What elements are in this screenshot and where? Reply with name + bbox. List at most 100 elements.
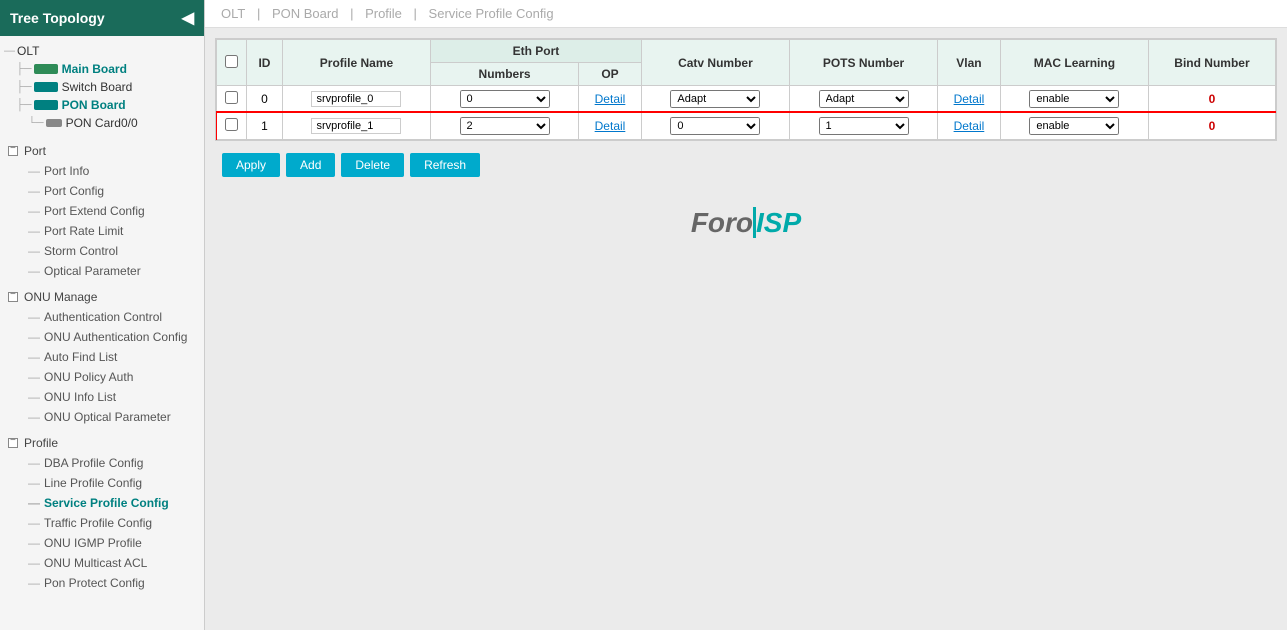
row1-checkbox-cell — [217, 113, 247, 140]
delete-button[interactable]: Delete — [341, 153, 404, 177]
tree-label-switch-board: Switch Board — [62, 80, 133, 94]
breadcrumb-profile[interactable]: Profile — [365, 6, 402, 21]
row0-checkbox[interactable] — [225, 91, 238, 104]
nav-section-profile: Profile —DBA Profile Config —Line Profil… — [0, 430, 204, 596]
sidebar-title: Tree Topology — [10, 10, 105, 26]
breadcrumb-sep1: | — [257, 6, 264, 21]
expand-icon-profile — [8, 438, 18, 448]
tree-connector: └─ — [28, 117, 44, 129]
row1-pots-select[interactable]: Adapt 0 1 — [819, 117, 909, 135]
nav-item-port-info[interactable]: —Port Info — [0, 161, 204, 181]
expand-icon-port — [8, 146, 18, 156]
board-icon-main — [34, 64, 58, 74]
row0-bind-number: 0 — [1148, 86, 1275, 113]
nav-item-port-extend-config[interactable]: —Port Extend Config — [0, 201, 204, 221]
row1-catv: Adapt 0 1 — [641, 113, 789, 140]
tree-item-main-board[interactable]: ├─ Main Board — [0, 60, 204, 78]
row1-bind-number: 0 — [1148, 113, 1275, 140]
table-body: 0 0 1 2 Detail Adapt — [217, 86, 1276, 140]
tree-item-olt[interactable]: — OLT — [0, 42, 204, 60]
row0-catv: Adapt 0 1 — [641, 86, 789, 113]
breadcrumb-pon-board[interactable]: PON Board — [272, 6, 338, 21]
nav-item-auth-control[interactable]: —Authentication Control — [0, 307, 204, 327]
nav-item-port-rate-limit[interactable]: —Port Rate Limit — [0, 221, 204, 241]
nav-item-storm-control[interactable]: —Storm Control — [0, 241, 204, 261]
nav-item-onu-igmp-profile[interactable]: —ONU IGMP Profile — [0, 533, 204, 553]
row0-detail-link[interactable]: Detail — [595, 92, 626, 106]
breadcrumb-sep2: | — [350, 6, 357, 21]
row1-eth-numbers-select[interactable]: 0 1 2 — [460, 117, 550, 135]
nav-section-profile-header[interactable]: Profile — [0, 433, 204, 453]
nav-section-port: Port —Port Info —Port Config —Port Exten… — [0, 138, 204, 284]
card-icon — [46, 119, 62, 127]
nav-item-onu-policy-auth[interactable]: —ONU Policy Auth — [0, 367, 204, 387]
row0-mac-learning: enable disable — [1000, 86, 1148, 113]
row1-profile-name-input[interactable] — [311, 118, 401, 134]
row1-vlan-detail-link[interactable]: Detail — [954, 119, 985, 133]
nav-item-traffic-profile-config[interactable]: —Traffic Profile Config — [0, 513, 204, 533]
board-icon-pon — [34, 100, 58, 110]
row1-catv-select[interactable]: Adapt 0 1 — [670, 117, 760, 135]
tree-connector: — — [4, 45, 15, 57]
breadcrumb: OLT | PON Board | Profile | Service Prof… — [205, 0, 1287, 28]
th-eth-port: Eth Port — [431, 40, 642, 63]
nav-item-line-profile-config[interactable]: —Line Profile Config — [0, 473, 204, 493]
row1-checkbox[interactable] — [225, 118, 238, 131]
nav-section-onu-header[interactable]: ONU Manage — [0, 287, 204, 307]
add-button[interactable]: Add — [286, 153, 335, 177]
row0-eth-numbers-select[interactable]: 0 1 2 — [460, 90, 550, 108]
row1-mac-select[interactable]: enable disable — [1029, 117, 1119, 135]
row0-pots-select[interactable]: Adapt 0 1 — [819, 90, 909, 108]
watermark-suffix: ISP — [753, 207, 801, 238]
board-icon-switch — [34, 82, 58, 92]
nav-item-dba-profile-config[interactable]: —DBA Profile Config — [0, 453, 204, 473]
row1-pots: Adapt 0 1 — [789, 113, 937, 140]
th-bind-number: Bind Number — [1148, 40, 1275, 86]
row1-detail-link[interactable]: Detail — [595, 119, 626, 133]
row0-pots: Adapt 0 1 — [789, 86, 937, 113]
action-buttons: Apply Add Delete Refresh — [215, 153, 1277, 177]
table-row-highlighted: 1 0 1 2 Detail Adapt — [217, 113, 1276, 140]
content-area: ID Profile Name Eth Port Catv Number POT… — [205, 28, 1287, 630]
expand-icon-onu — [8, 292, 18, 302]
row0-mac-select[interactable]: enable disable — [1029, 90, 1119, 108]
th-eth-op: OP — [579, 63, 642, 86]
nav-item-optical-parameter[interactable]: —Optical Parameter — [0, 261, 204, 281]
th-vlan: Vlan — [938, 40, 1001, 86]
nav-item-port-config[interactable]: —Port Config — [0, 181, 204, 201]
row0-vlan-detail-link[interactable]: Detail — [954, 92, 985, 106]
th-mac-learning: MAC Learning — [1000, 40, 1148, 86]
select-all-checkbox[interactable] — [225, 55, 238, 68]
row1-eth-op: Detail — [579, 113, 642, 140]
row1-profile-name — [282, 113, 430, 140]
refresh-button[interactable]: Refresh — [410, 153, 480, 177]
breadcrumb-service-profile-config: Service Profile Config — [429, 6, 554, 21]
nav-item-onu-auth-config[interactable]: —ONU Authentication Config — [0, 327, 204, 347]
tree-item-pon-board[interactable]: ├─ PON Board — [0, 96, 204, 114]
tree-item-pon-card[interactable]: └─ PON Card0/0 — [0, 114, 204, 132]
nav-item-onu-multicast-acl[interactable]: —ONU Multicast ACL — [0, 553, 204, 573]
nav-item-service-profile-config[interactable]: —Service Profile Config — [0, 493, 204, 513]
nav-item-onu-optical-param[interactable]: —ONU Optical Parameter — [0, 407, 204, 427]
th-pots-number: POTS Number — [789, 40, 937, 86]
apply-button[interactable]: Apply — [222, 153, 280, 177]
row0-profile-name-input[interactable] — [311, 91, 401, 107]
nav-section-port-header[interactable]: Port — [0, 141, 204, 161]
tree-item-switch-board[interactable]: ├─ Switch Board — [0, 78, 204, 96]
tree-label-pon-board: PON Board — [62, 98, 126, 112]
row1-mac-learning: enable disable — [1000, 113, 1148, 140]
sidebar-collapse-arrow[interactable]: ◀ — [182, 8, 194, 28]
breadcrumb-olt[interactable]: OLT — [221, 6, 245, 21]
tree-connector: ├─ — [16, 99, 32, 111]
row0-catv-select[interactable]: Adapt 0 1 — [670, 90, 760, 108]
nav-section-onu-label: ONU Manage — [24, 290, 97, 304]
nav-section-port-label: Port — [24, 144, 46, 158]
nav-item-auto-find-list[interactable]: —Auto Find List — [0, 347, 204, 367]
nav-item-pon-protect-config[interactable]: —Pon Protect Config — [0, 573, 204, 593]
row0-id: 0 — [247, 86, 283, 113]
breadcrumb-sep3: | — [414, 6, 421, 21]
th-id: ID — [247, 40, 283, 86]
row0-eth-op: Detail — [579, 86, 642, 113]
nav-item-onu-info-list[interactable]: —ONU Info List — [0, 387, 204, 407]
table-wrapper: ID Profile Name Eth Port Catv Number POT… — [215, 38, 1277, 141]
